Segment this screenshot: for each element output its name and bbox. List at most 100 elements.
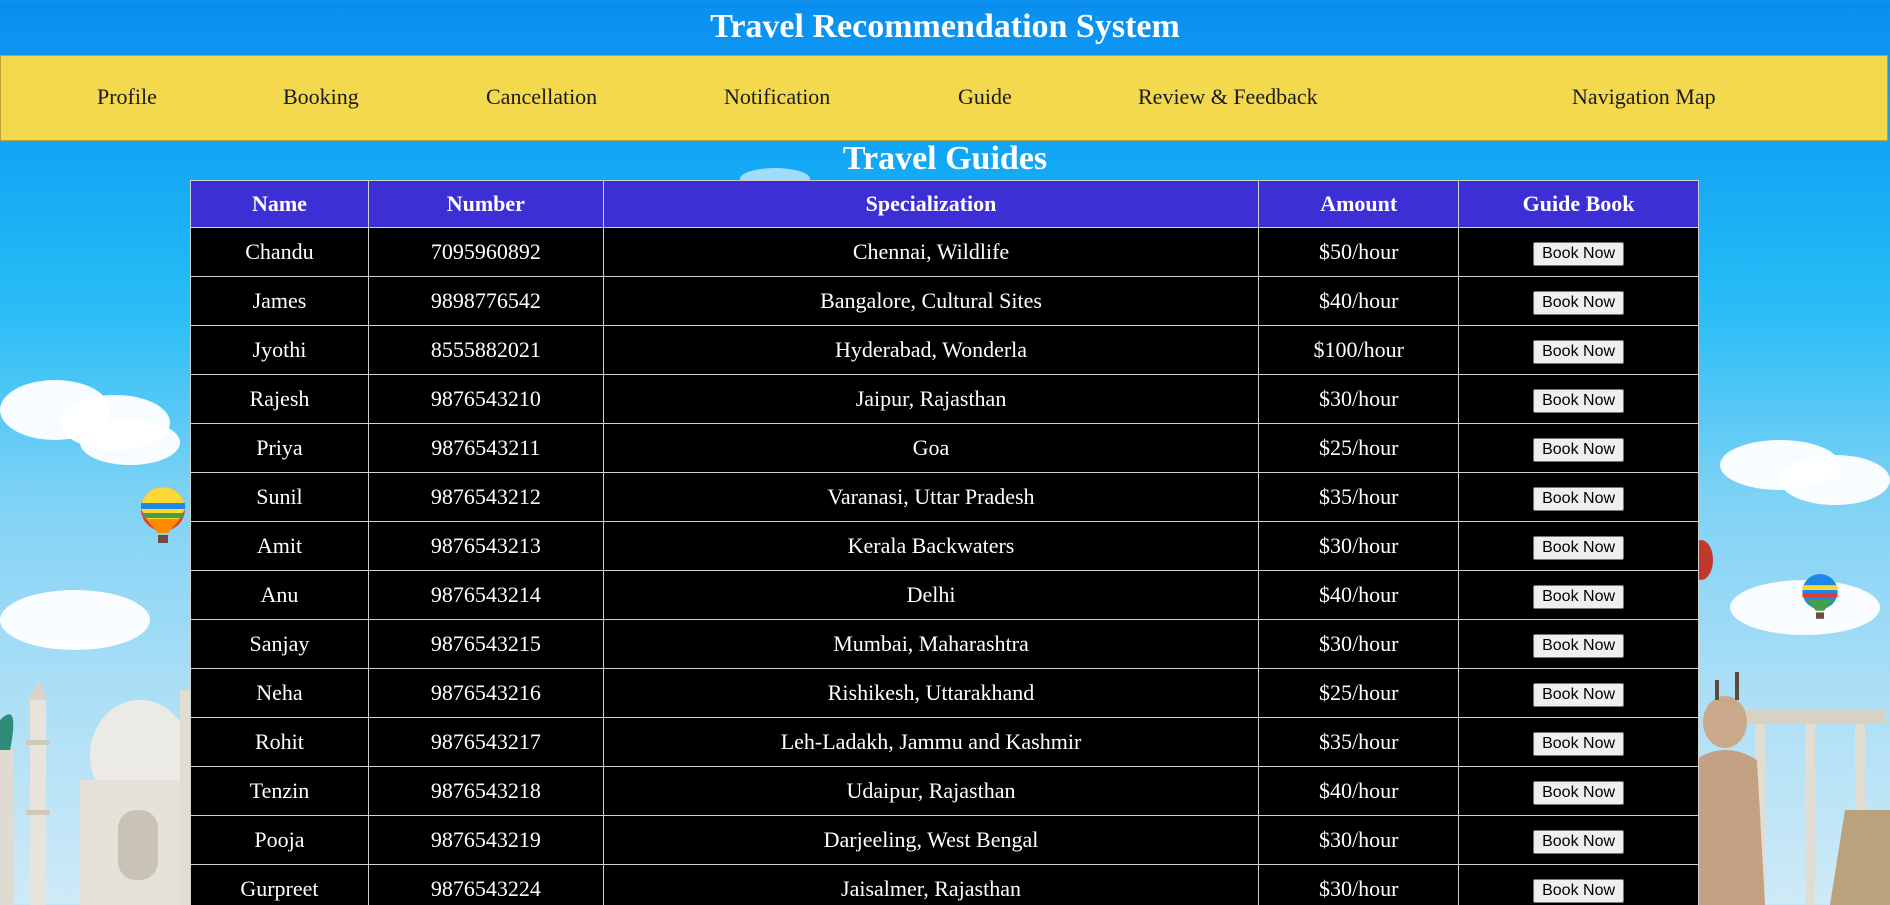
guide-amount: $25/hour	[1258, 668, 1460, 718]
guide-amount: $30/hour	[1258, 521, 1460, 571]
hot-air-balloon-icon	[141, 487, 185, 543]
hot-air-balloon-icon	[1802, 574, 1838, 619]
guide-book-cell: Book Now	[1458, 325, 1699, 375]
table-header-row: Name Number Specialization Amount Guide …	[190, 180, 1699, 228]
guide-specialization: Bangalore, Cultural Sites	[602, 276, 1260, 326]
table-row: Amit 9876543213 Kerala Backwaters $30/ho…	[190, 521, 1699, 571]
guide-name: Anu	[190, 570, 369, 620]
nav-item-guide[interactable]: Guide	[958, 84, 1012, 110]
column-header-guide-book: Guide Book	[1458, 180, 1699, 228]
book-now-button[interactable]: Book Now	[1533, 879, 1625, 903]
guide-specialization: Goa	[602, 423, 1260, 473]
table-row: James 9898776542 Bangalore, Cultural Sit…	[190, 276, 1699, 326]
book-now-button[interactable]: Book Now	[1533, 438, 1625, 462]
guide-book-cell: Book Now	[1458, 864, 1699, 905]
book-now-button[interactable]: Book Now	[1533, 585, 1625, 609]
guide-number: 9876543219	[367, 815, 604, 865]
guide-specialization: Chennai, Wildlife	[602, 227, 1260, 277]
guide-name: Sunil	[190, 472, 369, 522]
cloud	[80, 420, 180, 465]
guide-specialization: Leh-Ladakh, Jammu and Kashmir	[602, 717, 1260, 767]
guide-number: 7095960892	[367, 227, 604, 277]
nav-bar: Profile Booking Cancellation Notificatio…	[0, 55, 1888, 141]
guide-number: 9876543210	[367, 374, 604, 424]
column-header-amount: Amount	[1258, 180, 1460, 228]
guide-number: 9876543224	[367, 864, 604, 905]
cloud	[1720, 440, 1840, 490]
nav-item-booking[interactable]: Booking	[283, 84, 359, 110]
table-row: Rohit 9876543217 Leh-Ladakh, Jammu and K…	[190, 717, 1699, 767]
guide-number: 9876543213	[367, 521, 604, 571]
guide-name: Amit	[190, 521, 369, 571]
guide-name: Chandu	[190, 227, 369, 277]
guide-name: Neha	[190, 668, 369, 718]
guide-name: Priya	[190, 423, 369, 473]
guide-specialization: Delhi	[602, 570, 1260, 620]
guide-name: Rajesh	[190, 374, 369, 424]
guide-specialization: Jaipur, Rajasthan	[602, 374, 1260, 424]
guide-specialization: Varanasi, Uttar Pradesh	[602, 472, 1260, 522]
guide-amount: $40/hour	[1258, 276, 1460, 326]
nav-item-review-feedback[interactable]: Review & Feedback	[1138, 84, 1318, 110]
cloud	[1730, 580, 1880, 635]
guide-amount: $30/hour	[1258, 619, 1460, 669]
nav-item-notification[interactable]: Notification	[724, 84, 830, 110]
buddha-statue-illustration	[1695, 672, 1890, 905]
guide-book-cell: Book Now	[1458, 472, 1699, 522]
guide-specialization: Rishikesh, Uttarakhand	[602, 668, 1260, 718]
guide-name: Sanjay	[190, 619, 369, 669]
table-row: Jyothi 8555882021 Hyderabad, Wonderla $1…	[190, 325, 1699, 375]
guide-name: James	[190, 276, 369, 326]
guide-amount: $40/hour	[1258, 570, 1460, 620]
guide-number: 9876543218	[367, 766, 604, 816]
nav-item-navigation-map[interactable]: Navigation Map	[1572, 84, 1716, 110]
taj-mahal-illustration	[0, 680, 195, 905]
guide-specialization: Darjeeling, West Bengal	[602, 815, 1260, 865]
book-now-button[interactable]: Book Now	[1533, 781, 1625, 805]
table-row: Sanjay 9876543215 Mumbai, Maharashtra $3…	[190, 619, 1699, 669]
guide-number: 9876543211	[367, 423, 604, 473]
cloud	[0, 590, 150, 650]
guide-amount: $50/hour	[1258, 227, 1460, 277]
table-row: Anu 9876543214 Delhi $40/hour Book Now	[190, 570, 1699, 620]
cloud	[1780, 455, 1890, 505]
guide-name: Tenzin	[190, 766, 369, 816]
book-now-button[interactable]: Book Now	[1533, 291, 1625, 315]
guide-number: 9876543212	[367, 472, 604, 522]
column-header-specialization: Specialization	[602, 180, 1260, 228]
table-row: Gurpreet 9876543224 Jaisalmer, Rajasthan…	[190, 864, 1699, 905]
guide-amount: $35/hour	[1258, 472, 1460, 522]
column-header-name: Name	[190, 180, 369, 228]
nav-item-profile[interactable]: Profile	[97, 84, 157, 110]
guide-name: Gurpreet	[190, 864, 369, 905]
section-title: Travel Guides	[842, 140, 1048, 177]
guide-amount: $100/hour	[1258, 325, 1460, 375]
book-now-button[interactable]: Book Now	[1533, 242, 1625, 266]
guide-name: Jyothi	[190, 325, 369, 375]
book-now-button[interactable]: Book Now	[1533, 536, 1625, 560]
cloud	[0, 380, 110, 440]
book-now-button[interactable]: Book Now	[1533, 732, 1625, 756]
table-row: Neha 9876543216 Rishikesh, Uttarakhand $…	[190, 668, 1699, 718]
nav-item-cancellation[interactable]: Cancellation	[486, 84, 597, 110]
guide-number: 9876543214	[367, 570, 604, 620]
guide-specialization: Jaisalmer, Rajasthan	[602, 864, 1260, 905]
guide-number: 9898776542	[367, 276, 604, 326]
guide-book-cell: Book Now	[1458, 374, 1699, 424]
guide-number: 8555882021	[367, 325, 604, 375]
book-now-button[interactable]: Book Now	[1533, 634, 1625, 658]
guide-book-cell: Book Now	[1458, 815, 1699, 865]
guide-specialization: Udaipur, Rajasthan	[602, 766, 1260, 816]
book-now-button[interactable]: Book Now	[1533, 487, 1625, 511]
guide-book-cell: Book Now	[1458, 619, 1699, 669]
guide-specialization: Hyderabad, Wonderla	[602, 325, 1260, 375]
guide-amount: $30/hour	[1258, 374, 1460, 424]
guide-book-cell: Book Now	[1458, 276, 1699, 326]
guide-book-cell: Book Now	[1458, 668, 1699, 718]
guides-table: Name Number Specialization Amount Guide …	[190, 180, 1699, 905]
book-now-button[interactable]: Book Now	[1533, 340, 1625, 364]
book-now-button[interactable]: Book Now	[1533, 830, 1625, 854]
table-row: Rajesh 9876543210 Jaipur, Rajasthan $30/…	[190, 374, 1699, 424]
book-now-button[interactable]: Book Now	[1533, 389, 1625, 413]
book-now-button[interactable]: Book Now	[1533, 683, 1625, 707]
